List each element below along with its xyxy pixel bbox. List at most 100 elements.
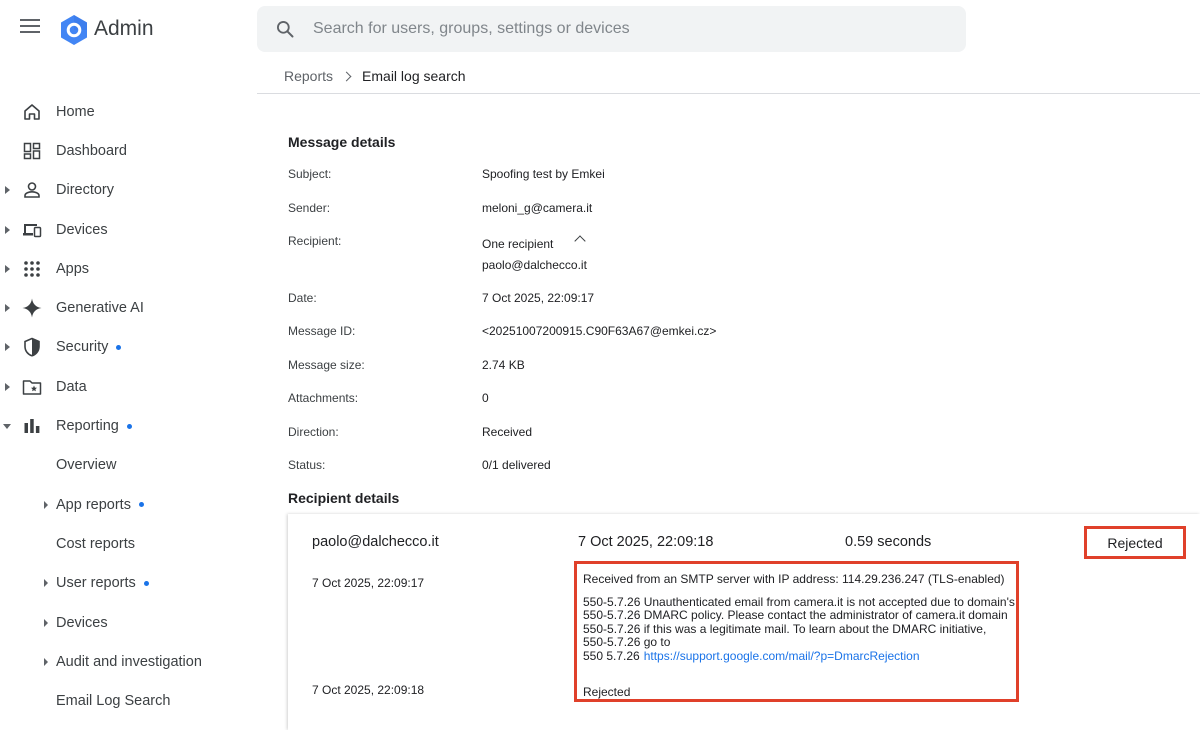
sidebar-item-label: Email Log Search [56, 693, 171, 710]
status-value: 0/1 delivered [482, 458, 551, 472]
bar-chart-icon [24, 419, 40, 434]
sidebar-item-directory[interactable]: Directory [0, 171, 257, 210]
sidebar-subitem-app-reports[interactable]: App reports [0, 485, 257, 524]
sidebar-subitem-cost-reports[interactable]: Cost reports [0, 524, 257, 563]
date-value: 7 Oct 2025, 22:09:17 [482, 291, 595, 305]
expand-arrow-icon[interactable] [5, 304, 10, 313]
expand-arrow-icon[interactable] [44, 657, 48, 666]
subject-value: Spoofing test by Emkei [482, 167, 605, 181]
expand-arrow-icon[interactable] [5, 382, 10, 391]
sidebar-item-label: Home [56, 103, 95, 120]
sidebar-item-label: Reporting [56, 418, 132, 434]
detail-label: Subject: [288, 167, 332, 181]
notification-dot [143, 580, 149, 586]
main-menu-icon[interactable] [20, 19, 40, 39]
notification-dot [138, 502, 144, 508]
sidebar-item-label: Security [56, 339, 122, 355]
detail-label: Sender: [288, 201, 331, 215]
search-input[interactable] [313, 6, 933, 52]
log-final-status: Rejected [583, 685, 631, 699]
recipient-details-card: paolo@dalchecco.it 7 Oct 2025, 22:09:18 … [288, 514, 1200, 730]
sidebar-subitem-overview[interactable]: Overview [0, 446, 257, 485]
message-size-value: 2.74 KB [482, 358, 525, 372]
expand-arrow-icon[interactable] [5, 225, 10, 234]
smtp-log-box: Received from an SMTP server with IP add… [574, 561, 1019, 702]
expand-arrow-icon[interactable] [5, 264, 10, 273]
attachments-value: 0 [482, 391, 489, 405]
expand-arrow-icon[interactable] [5, 186, 10, 195]
recipient-email: paolo@dalchecco.it [312, 534, 439, 550]
sidebar-item-label: Audit and investigation [56, 653, 202, 670]
sparkle-icon [22, 298, 42, 318]
chevron-right-icon [341, 71, 352, 81]
search-icon[interactable] [275, 19, 295, 39]
detail-label: Message ID: [288, 324, 356, 338]
event-timestamp: 7 Oct 2025, 22:09:17 [312, 576, 425, 590]
breadcrumb-current: Email log search [362, 68, 466, 84]
folder-star-icon [22, 379, 42, 395]
detail-label: Status: [288, 458, 326, 472]
delivery-duration: 0.59 seconds [845, 534, 932, 550]
message-details-title: Message details [288, 134, 396, 150]
sender-value: meloni_g@camera.it [482, 201, 593, 215]
dmarc-rejection-link[interactable]: https://support.google.com/mail/?p=Dmarc… [644, 649, 920, 663]
sidebar-item-security[interactable]: Security [0, 328, 257, 367]
sidebar-item-label: User reports [56, 575, 149, 591]
sidebar-item-label: Apps [56, 260, 90, 277]
sidebar-item-label: App reports [56, 497, 144, 513]
log-line: Received from an SMTP server with IP add… [583, 572, 1005, 586]
status-badge: Rejected [1084, 526, 1186, 559]
message-id-value: <20251007200915.C90F63A67@emkei.cz> [482, 324, 717, 338]
log-line: 550-5.7.26 Unauthenticated email from ca… [583, 594, 1015, 609]
header-divider [257, 93, 1200, 94]
notification-dot [116, 345, 122, 351]
recipient-value: paolo@dalchecco.it [482, 258, 587, 272]
sidebar-subitem-user-reports[interactable]: User reports [0, 564, 257, 603]
detail-label: Recipient: [288, 234, 342, 248]
direction-value: Received [482, 425, 533, 439]
recipient-count: One recipient [482, 237, 554, 251]
sidebar-item-devices[interactable]: Devices [0, 210, 257, 249]
sidebar-item-label: Overview [56, 457, 117, 474]
sidebar-item-apps[interactable]: Apps [0, 249, 257, 288]
sidebar-item-reporting[interactable]: Reporting [0, 406, 257, 445]
expand-arrow-icon[interactable] [5, 343, 10, 352]
devices-icon [23, 223, 42, 237]
expand-arrow-icon[interactable] [44, 618, 48, 627]
log-line: 550-5.7.26 DMARC policy. Please contact … [583, 608, 1008, 622]
shield-icon [24, 338, 40, 358]
chevron-up-icon[interactable] [574, 235, 586, 247]
sidebar-item-generative-ai[interactable]: Generative AI [0, 288, 257, 327]
event-timestamp: 7 Oct 2025, 22:09:18 [312, 683, 425, 697]
detail-label: Direction: [288, 425, 339, 439]
collapse-arrow-icon[interactable] [3, 424, 11, 430]
sidebar-nav: Home Dashboard Directory Devices Apps Ge… [0, 92, 257, 721]
recipient-timestamp: 7 Oct 2025, 22:09:18 [578, 534, 714, 550]
sidebar-item-data[interactable]: Data [0, 367, 257, 406]
top-bar: Admin [0, 0, 1200, 60]
home-icon [24, 103, 40, 120]
sidebar-item-label: Devices [56, 614, 108, 631]
expand-arrow-icon[interactable] [44, 579, 48, 588]
sidebar-subitem-devices[interactable]: Devices [0, 603, 257, 642]
expand-arrow-icon[interactable] [44, 500, 48, 509]
log-line: 550-5.7.26 go to [583, 635, 671, 649]
admin-logo-icon[interactable] [58, 14, 90, 46]
sidebar-item-label: Devices [56, 221, 108, 238]
dashboard-icon [23, 142, 41, 160]
person-icon [24, 182, 40, 199]
sidebar-item-label: Dashboard [56, 142, 127, 159]
search-bar[interactable] [257, 6, 966, 52]
sidebar-item-label: Cost reports [56, 535, 135, 552]
apps-grid-icon [24, 261, 40, 277]
sidebar-subitem-audit-investigation[interactable]: Audit and investigation [0, 642, 257, 681]
sidebar-item-home[interactable]: Home [0, 92, 257, 131]
detail-label: Date: [288, 291, 317, 305]
sidebar-item-label: Generative AI [56, 300, 144, 317]
sidebar-subitem-email-log-search[interactable]: Email Log Search [0, 681, 257, 720]
detail-label: Attachments: [288, 391, 359, 405]
app-title[interactable]: Admin [94, 17, 154, 41]
sidebar-item-label: Directory [56, 182, 115, 199]
breadcrumb-reports-link[interactable]: Reports [284, 68, 333, 84]
sidebar-item-dashboard[interactable]: Dashboard [0, 131, 257, 170]
